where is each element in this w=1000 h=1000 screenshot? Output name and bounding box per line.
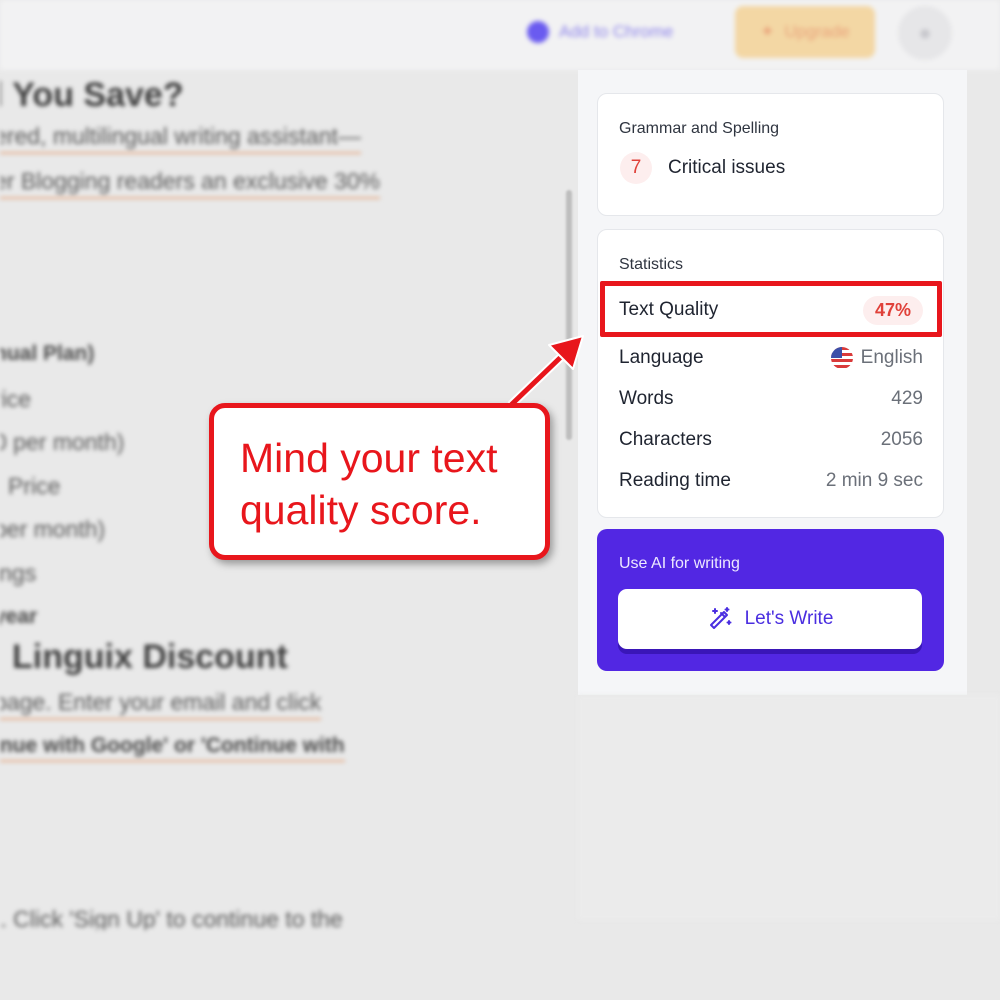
stat-row-words: Words 429 [619,384,923,414]
document-line: Price [8,473,61,499]
statistics-card-title: Statistics [619,256,684,273]
document-line: 0 per month) [0,429,125,455]
document-line: er Blogging readers an exclusive 30% [0,168,381,199]
document-line: ings [0,560,37,586]
sparkle-icon: ✦ [760,22,775,41]
document-line: nual Plan) [0,342,95,365]
statistics-card: Statistics Text Quality 47% Language Eng… [597,229,944,518]
add-to-chrome-label: Add to Chrome [559,22,674,41]
text-quality-highlight [600,281,942,337]
stat-value: 429 [891,388,923,409]
stat-row-characters: Characters 2056 [619,425,923,455]
grammar-card-title: Grammar and Spelling [619,120,780,137]
document-line: year [0,605,38,628]
document-scrollbar[interactable] [566,190,572,440]
grammar-card[interactable]: Grammar and Spelling 7 Critical issues [597,93,944,216]
upgrade-button[interactable]: ✦ Upgrade [735,6,875,58]
document-heading: l You Save? [0,76,184,114]
issue-label: Critical issues [668,157,786,178]
language-label: English [860,347,923,368]
document-line: per month) [0,516,106,542]
stat-row-reading-time: Reading time 2 min 9 sec [619,466,923,496]
upgrade-label: Upgrade [784,22,850,41]
stat-value: 2056 [880,429,923,450]
ai-card-title: Use AI for writing [619,555,740,572]
add-to-chrome-link[interactable]: Add to Chrome [527,19,673,45]
language-value[interactable]: English [830,347,923,369]
stat-label: Characters [619,429,712,450]
lets-write-button[interactable]: Let's Write [618,589,922,649]
top-bar: Add to Chrome ✦ Upgrade ● [0,0,1000,70]
panel-background [578,695,1000,920]
callout-text: Mind your text quality score. [240,435,498,533]
user-avatar-icon[interactable]: ● [898,6,952,60]
stat-label: Language [619,347,704,368]
document-line: rice [0,386,32,412]
us-flag-icon [830,347,853,369]
stat-label: Reading time [619,470,731,491]
stat-row-language: Language English [619,343,923,373]
callout-box: Mind your text quality score. [209,403,550,560]
document-line: page. Enter your email and click [0,689,322,720]
document-line: inue with Google' or 'Continue with [0,734,345,762]
chrome-logo-icon [527,21,549,43]
magic-wand-icon [709,607,732,629]
document-heading: Linguix Discount [12,638,288,676]
ai-writing-card: Use AI for writing Let's Write [597,529,944,671]
issue-count-badge: 7 [620,152,652,184]
lets-write-label: Let's Write [744,608,834,629]
document-line: t. Click 'Sign Up' to continue to the [0,906,343,930]
critical-issues-row[interactable]: 7 Critical issues [620,152,785,184]
stat-value: 2 min 9 sec [825,470,923,491]
document-line: ered, multilingual writing assistant— [0,123,361,154]
stat-label: Words [619,388,674,409]
